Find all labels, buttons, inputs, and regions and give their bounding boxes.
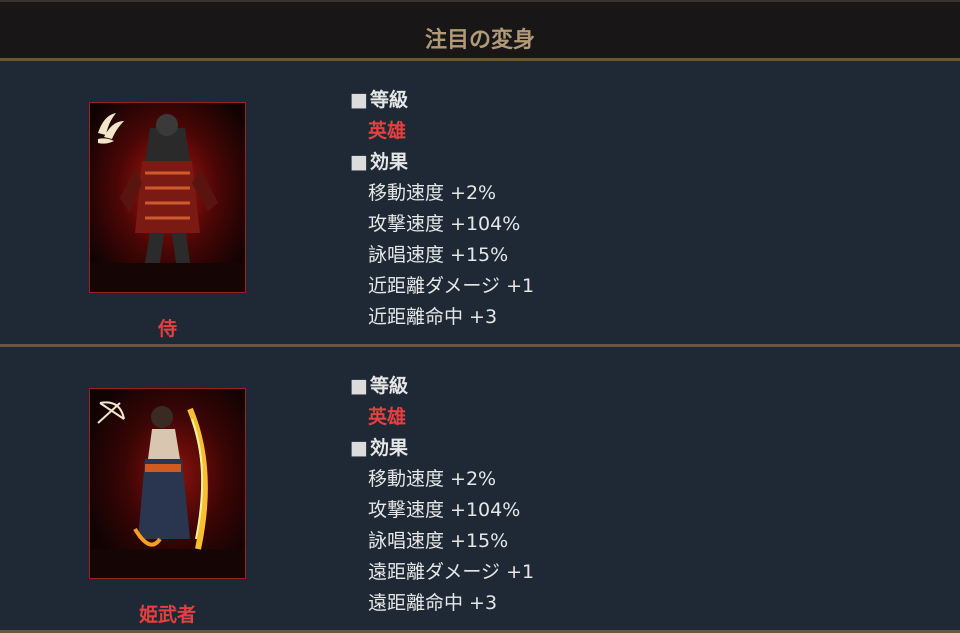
- effect-line: 近距離ダメージ +1: [368, 275, 535, 297]
- effect-line: 詠唱速度 +15%: [368, 244, 509, 266]
- grade-label: ■ 等級: [350, 375, 408, 397]
- effect-line: 近距離命中 +3: [368, 306, 498, 328]
- character-name: 姫武者: [138, 604, 196, 626]
- effect-label: ■ 効果: [350, 151, 408, 173]
- grade-value: 英雄: [368, 406, 407, 428]
- section-header: 注目の変身: [0, 0, 960, 58]
- samurai-image: [90, 103, 245, 292]
- effect-line: 詠唱速度 +15%: [368, 530, 509, 552]
- grade-label: ■ 等級: [350, 89, 408, 111]
- effect-line: 攻撃速度 +104%: [368, 499, 521, 521]
- effect-line: 移動速度 +2%: [368, 182, 497, 204]
- effect-line: 攻撃速度 +104%: [368, 213, 521, 235]
- effect-line: 移動速度 +2%: [368, 468, 497, 490]
- effect-line: 遠距離ダメージ +1: [368, 561, 535, 583]
- himemusha-image: [90, 389, 245, 578]
- effect-line: 遠距離命中 +3: [368, 592, 498, 614]
- effect-label: ■ 効果: [350, 437, 408, 459]
- grade-value: 英雄: [368, 120, 407, 142]
- portrait-himemusha[interactable]: [89, 388, 246, 579]
- section-title: 注目の変身: [424, 28, 535, 53]
- transform-card-samurai: 侍 ■ 等級 英雄 ■ 効果 移動速度 +2% 攻撃速度 +104% 詠唱速度 +1…: [0, 61, 960, 344]
- transform-card-himemusha: 姫武者 ■ 等級 英雄 ■ 効果 移動速度 +2% 攻撃速度 +104% 詠唱速度 …: [0, 347, 960, 630]
- character-name: 侍: [157, 318, 177, 340]
- portrait-samurai[interactable]: [89, 102, 246, 293]
